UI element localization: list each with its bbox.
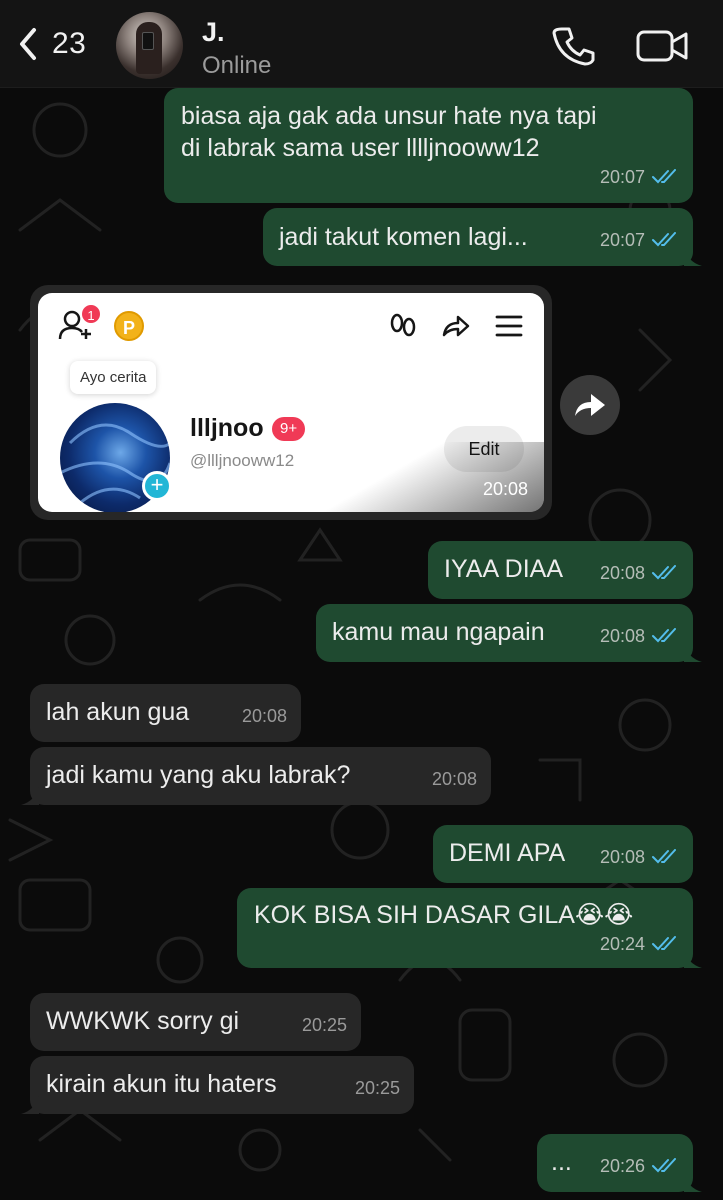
message-meta: 20:07 <box>600 224 679 256</box>
read-receipt-icon <box>652 1158 676 1173</box>
read-receipt-icon <box>652 936 676 951</box>
profile-name: llljnoo <box>190 414 264 442</box>
contact-avatar[interactable] <box>116 12 183 79</box>
message-text: lah akun gua <box>46 698 190 726</box>
message-text: jadi kamu yang aku labrak? <box>46 761 351 789</box>
message-time: 20:08 <box>431 769 477 789</box>
profile-badge: 9+ <box>272 417 306 441</box>
message-incoming[interactable]: WWKWK sorry gi 20:25 <box>30 993 361 1051</box>
message-outgoing[interactable]: IYAA DIAA 20:08 <box>428 541 693 599</box>
message-outgoing[interactable]: KOK BISA SIH DASAR GILA😭😭 20:24 <box>237 888 702 968</box>
message-time: 20:08 <box>482 479 528 499</box>
message-time: 20:08 <box>599 626 645 646</box>
message-incoming[interactable]: jadi kamu yang aku labrak? 20:08 <box>21 747 491 805</box>
bubble-tail <box>21 1096 39 1114</box>
message-text-line: biasa aja gak ada unsur hate nya tapi <box>181 102 597 130</box>
bubble-tail <box>684 950 702 968</box>
message-outgoing[interactable]: ... 20:26 <box>537 1134 702 1192</box>
message-meta: 20:08 <box>242 700 287 732</box>
phone-call-icon[interactable] <box>552 24 596 68</box>
read-receipt-icon <box>652 849 676 864</box>
message-text: jadi takut komen lagi... <box>279 223 528 251</box>
shared-profile-screenshot[interactable]: 1 P Ayo cerita + llljnoo 9+ @llljnooww12… <box>38 293 544 512</box>
avatar-phone <box>142 32 154 50</box>
video-call-icon[interactable] <box>634 24 690 68</box>
forward-button[interactable] <box>560 375 620 435</box>
contact-status: Online <box>202 52 272 79</box>
message-outgoing[interactable]: jadi takut komen lagi... 20:07 <box>263 208 702 266</box>
message-time: 20:26 <box>599 1156 645 1176</box>
read-receipt-icon <box>652 169 676 184</box>
message-meta: 20:25 <box>355 1072 400 1104</box>
message-text: WWKWK sorry gi <box>46 1007 240 1035</box>
tooltip: Ayo cerita <box>70 361 157 394</box>
message-meta: 20:08 <box>600 620 679 652</box>
message-meta: 20:26 <box>600 1150 679 1182</box>
chevron-left-icon <box>20 28 36 60</box>
bubble-tail <box>684 248 702 266</box>
chat-header: 23 J. Online <box>0 0 723 88</box>
bubble-tail <box>21 787 39 805</box>
unread-count: 23 <box>52 27 87 60</box>
message-meta: 20:08 <box>600 841 679 873</box>
message-time: 20:07 <box>599 230 645 250</box>
message-time: 20:25 <box>301 1015 347 1035</box>
message-time: 20:07 <box>599 167 645 187</box>
message-meta: 20:08 <box>600 557 679 589</box>
message-text: ... <box>551 1148 572 1176</box>
message-text: KOK BISA SIH DASAR GILA😭😭 <box>254 901 634 929</box>
message-meta: 20:25 <box>302 1009 347 1041</box>
message-text: kirain akun itu haters <box>46 1070 277 1098</box>
read-receipt-icon <box>652 628 676 643</box>
message-time: 20:08 <box>599 563 645 583</box>
message-text: kamu mau ngapain <box>332 618 545 646</box>
message-time: 20:24 <box>599 934 645 954</box>
message-time: 20:25 <box>354 1078 400 1098</box>
bubble-tail <box>684 644 702 662</box>
message-meta: 20:08 <box>432 763 477 795</box>
message-time: 20:08 <box>599 847 645 867</box>
image-message[interactable]: 1 P Ayo cerita + llljnoo 9+ @llljnooww12… <box>30 285 552 520</box>
forward-icon <box>575 394 605 416</box>
read-receipt-icon <box>652 232 676 247</box>
time-shade <box>324 442 544 512</box>
read-receipt-icon <box>652 565 676 580</box>
share-icon <box>442 315 470 337</box>
message-outgoing[interactable]: DEMI APA 20:08 <box>433 825 693 883</box>
message-outgoing[interactable]: kamu mau ngapain 20:08 <box>316 604 702 662</box>
bubble-tail <box>684 1174 702 1192</box>
message-incoming[interactable]: lah akun gua 20:08 <box>30 684 301 742</box>
message-meta: 20:24 <box>600 928 679 960</box>
message-text-line: di labrak sama user lllljnooww12 <box>181 134 540 162</box>
back-button[interactable]: 23 <box>14 24 86 64</box>
notification-badge: 1 <box>80 303 102 325</box>
message-meta: 20:07 <box>600 161 679 193</box>
add-story-icon: + <box>142 471 172 501</box>
profile-handle: @llljnooww12 <box>190 451 295 470</box>
message-incoming[interactable]: kirain akun itu haters 20:25 <box>21 1056 414 1114</box>
message-outgoing[interactable]: biasa aja gak ada unsur hate nya tapi di… <box>164 88 693 203</box>
message-text: IYAA DIAA <box>444 555 564 583</box>
footprints-icon <box>390 313 416 337</box>
message-time: 20:08 <box>241 706 287 726</box>
contact-name[interactable]: J. <box>202 17 225 48</box>
coin-icon: P <box>114 311 144 341</box>
menu-icon <box>495 315 523 337</box>
message-text: DEMI APA <box>449 839 566 867</box>
